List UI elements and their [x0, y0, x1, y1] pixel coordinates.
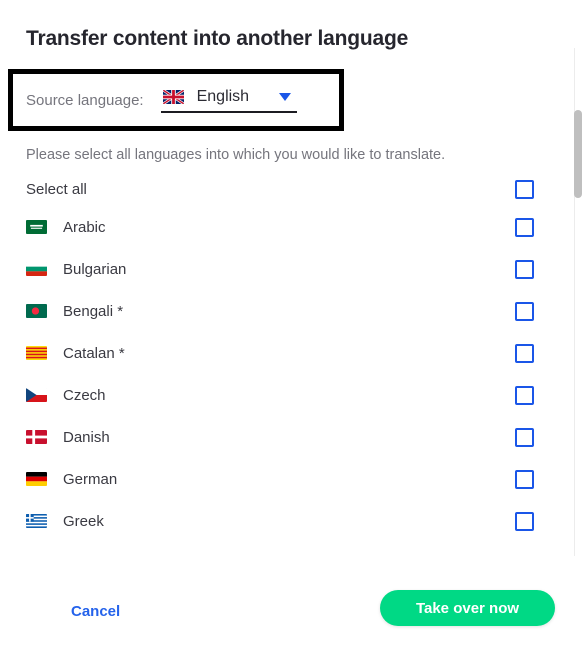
page-title: Transfer content into another language: [26, 27, 409, 50]
bg-flag-icon: [26, 262, 48, 276]
list-item-label: Arabic: [63, 218, 106, 236]
dk-flag-icon: [26, 430, 48, 444]
list-item-checkbox[interactable]: [515, 301, 534, 321]
source-language-value: English: [196, 87, 250, 105]
list-item-checkbox[interactable]: [515, 217, 534, 237]
de-flag-icon: [26, 472, 48, 486]
list-item-checkbox[interactable]: [515, 427, 534, 447]
list-item-label: Bulgarian: [63, 260, 127, 278]
list-item-checkbox[interactable]: [515, 259, 534, 279]
list-item[interactable]: Danish: [0, 416, 566, 458]
list-item-label: Greek: [63, 512, 104, 530]
sa-flag-icon: [26, 220, 48, 234]
list-item-label: German: [63, 470, 118, 488]
list-item-label: Catalan *: [63, 344, 125, 362]
select-all-checkbox[interactable]: [515, 179, 534, 199]
list-item[interactable]: Catalan *: [0, 332, 566, 374]
cz-flag-icon: [26, 388, 48, 402]
list-item-label: Danish: [63, 428, 110, 446]
bd-flag-icon: [26, 304, 48, 318]
source-language-select[interactable]: English: [160, 87, 297, 113]
list-item-checkbox[interactable]: [515, 511, 534, 531]
list-item-checkbox[interactable]: [515, 469, 534, 489]
list-item-checkbox[interactable]: [515, 343, 534, 363]
language-list: Select all Arabic Bulgarian Bengali * Ca…: [0, 172, 586, 557]
source-language-row: Source language: English: [26, 86, 297, 114]
select-all-label: Select all: [26, 180, 87, 198]
list-item-checkbox[interactable]: [515, 385, 534, 405]
list-item[interactable]: Czech: [0, 374, 566, 416]
dialog-footer: Cancel Take over now: [0, 576, 586, 662]
list-item[interactable]: Bulgarian: [0, 248, 566, 290]
instruction-text: Please select all languages into which y…: [26, 147, 446, 163]
list-item[interactable]: Greek: [0, 500, 566, 542]
list-item[interactable]: Bengali *: [0, 290, 566, 332]
chevron-down-icon[interactable]: [259, 92, 291, 101]
gr-flag-icon: [26, 514, 48, 528]
take-over-now-button[interactable]: Take over now: [380, 590, 555, 626]
scrollbar-thumb[interactable]: [574, 110, 582, 198]
list-item[interactable]: Arabic: [0, 206, 566, 248]
translate-dialog: Transfer content into another language S…: [0, 0, 586, 662]
list-item-label: Bengali *: [63, 302, 124, 320]
list-item-label: Czech: [63, 386, 106, 404]
gb-flag-icon: [162, 89, 184, 104]
ct-flag-icon: [26, 346, 48, 360]
select-all-row[interactable]: Select all: [0, 172, 566, 206]
list-item[interactable]: German: [0, 458, 566, 500]
source-language-label: Source language:: [26, 91, 144, 109]
cancel-button[interactable]: Cancel: [67, 597, 124, 626]
scrollbar-track[interactable]: [574, 48, 584, 556]
